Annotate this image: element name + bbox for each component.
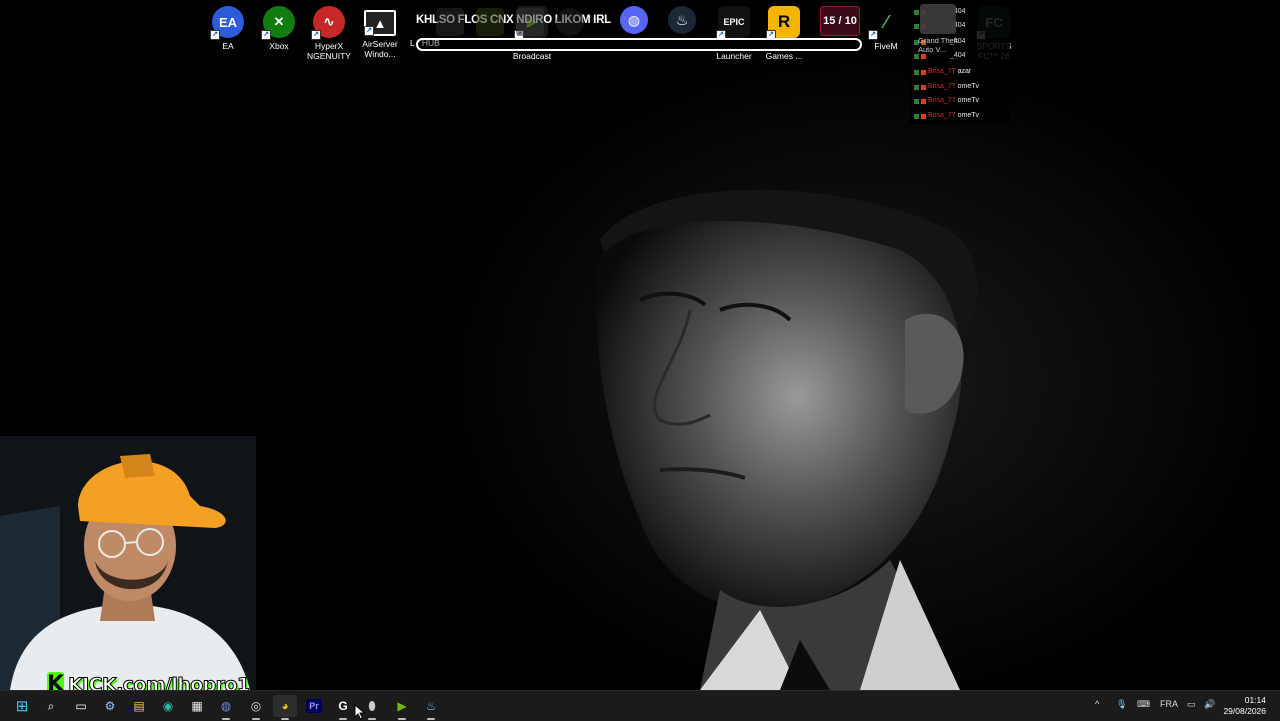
network-icon[interactable]: ▭ [1187, 699, 1196, 710]
taskbar: ⊞ ⌕ ▭ ⚙ ▤ ◉ ▦ ◍ ◎ ◕ Pr G ⬮ ▶ ♨ ^ 🎙 ⌨ FRA… [0, 690, 1280, 721]
overlay-hidden-icons [436, 8, 606, 36]
mouse-cursor-icon [354, 704, 366, 720]
log-row: Brisa_77 azar [914, 66, 971, 78]
desktop-icon-fivem[interactable]: ⁄ ↗ FiveM [860, 4, 912, 51]
clock-time: 01:14 [1244, 695, 1266, 705]
task-view-button[interactable]: ▭ [69, 695, 93, 717]
taskbar-app-edge[interactable]: ◉ [156, 695, 180, 717]
discord-icon: ◍ [220, 699, 232, 713]
log-row: Brisa_77 omeTv [914, 110, 979, 122]
desktop-icon-label: Games ... [765, 51, 803, 61]
desktop-icon-label: AirServer Windo... [362, 39, 398, 59]
edge-icon: ◉ [162, 699, 174, 713]
desktop-icon-gta[interactable] [920, 4, 956, 34]
ea-icon: EA ↗ [210, 6, 244, 40]
app-icon [436, 8, 464, 36]
taskbar-app-steam[interactable]: ♨ [419, 695, 443, 720]
goal-counter-badge: 15 / 10 [820, 6, 860, 36]
volume-icon[interactable]: 🔊 [1204, 699, 1215, 710]
webcam-feed [0, 436, 256, 690]
xbox-icon: ✕ ↗ [261, 6, 295, 40]
clock-date: 29/08/2026 [1223, 706, 1266, 716]
nvidia-broadcast-icon: ▶ [397, 699, 407, 713]
taskbar-app-store[interactable]: ▦ [185, 695, 209, 717]
log-row: Brisa_77 omeTv [914, 81, 979, 93]
desktop-icon-label: Broadcast [512, 51, 552, 61]
desktop-icon-label: Xbox [269, 41, 289, 51]
mouse-app-icon: ⬮ [368, 698, 376, 713]
discord-icon: ◍ [627, 12, 641, 28]
microphone-icon[interactable]: 🎙 [1116, 699, 1127, 710]
store-icon: ▦ [191, 699, 203, 713]
desktop-icon-xbox[interactable]: ✕ ↗ Xbox [253, 4, 305, 51]
desktop-icon-airserver[interactable]: ▲ ↗ AirServer Windo... [354, 4, 406, 59]
desktop-icon-discord[interactable]: ◍ [620, 6, 648, 34]
language-indicator[interactable]: FRA [1160, 699, 1178, 709]
desktop-icon-label: EA [222, 41, 234, 51]
desktop-icon-label: Launcher [716, 51, 752, 61]
hyperx-icon: ∿ ↗ [311, 6, 345, 40]
file-explorer-icon: ▤ [133, 699, 145, 713]
app-icon [516, 8, 544, 36]
taskbar-app-broadcast[interactable]: ▶ [390, 695, 414, 720]
log-row: Brisa_77 omeTv [914, 95, 979, 107]
premiere-icon: Pr [306, 699, 322, 713]
desktop-icon-label: HyperX NGENUITY [307, 41, 351, 61]
chrome-icon: ◕ [281, 699, 289, 713]
taskbar-app-discord[interactable]: ◍ [214, 695, 238, 720]
airserver-icon: ▲ ↗ [364, 10, 396, 36]
search-button[interactable]: ⌕ [39, 695, 63, 717]
obs-icon: ◎ [250, 699, 262, 713]
taskbar-app-logitech[interactable]: G [331, 695, 355, 720]
taskbar-app-chrome[interactable]: ◕ [273, 695, 297, 720]
desktop-icon-hyperx[interactable]: ∿ ↗ HyperX NGENUITY [303, 4, 355, 61]
steam-icon: ♨ [675, 12, 689, 28]
taskbar-clock[interactable]: 01:14 29/08/2026 [1223, 695, 1266, 717]
desktop-icon-ea[interactable]: EA ↗ EA [202, 4, 254, 51]
taskbar-app-obs[interactable]: ◎ [244, 695, 268, 720]
taskbar-app-settings[interactable]: ⚙ [98, 695, 122, 717]
gta-label: Grand Theft Auto V... [918, 36, 958, 54]
keyboard-icon[interactable]: ⌨ [1137, 699, 1150, 710]
taskbar-app-premiere[interactable]: Pr [302, 695, 326, 717]
task-view-icon: ▭ [75, 699, 87, 713]
desktop-icon-steam[interactable]: ♨ [668, 6, 696, 34]
show-hidden-icons-chevron-up-icon[interactable]: ^ [1095, 699, 1099, 709]
start-button[interactable]: ⊞ [10, 695, 34, 717]
desktop-icon-label: FiveM [874, 41, 898, 51]
logitech-icon: G [338, 699, 348, 713]
taskbar-app-explorer[interactable]: ▤ [127, 695, 151, 717]
search-icon: ⌕ [47, 698, 55, 713]
app-icon [476, 8, 504, 36]
overlay-progress-bar [416, 38, 862, 51]
windows-start-icon: ⊞ [15, 698, 29, 715]
app-icon [556, 8, 584, 36]
settings-icon: ⚙ [104, 699, 116, 713]
fivem-icon: ⁄ ↗ [868, 6, 902, 40]
steam-icon: ♨ [425, 699, 437, 713]
